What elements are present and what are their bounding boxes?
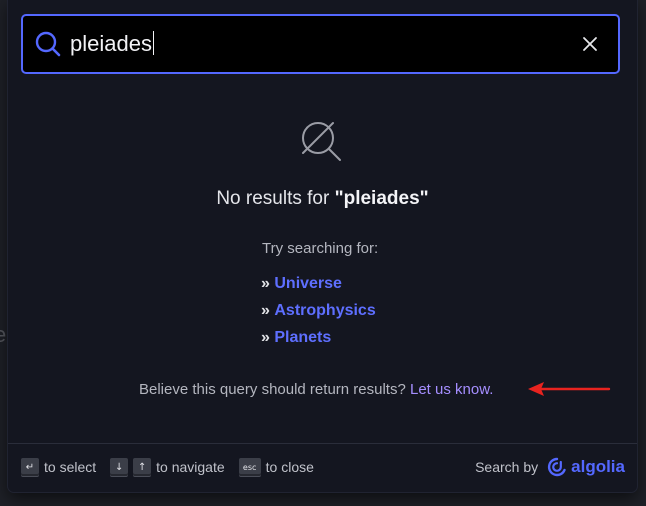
modal-footer: ↵ to select ↓ ↑ to navigate esc to close… — [8, 443, 637, 492]
escape-key-icon: esc — [238, 458, 261, 476]
algolia-logo-icon — [548, 457, 566, 477]
suggestion-item: » Universe — [261, 274, 376, 301]
close-icon — [583, 37, 597, 51]
close-command-label: to close — [265, 459, 314, 475]
suggestion-bullet: » — [261, 275, 270, 292]
select-command-label: to select — [44, 459, 97, 475]
search-modal: pleiades No results for "pleiades" Try s… — [8, 0, 637, 492]
let-us-know-link[interactable]: Let us know. — [410, 381, 493, 398]
clear-search-button[interactable] — [577, 31, 603, 57]
no-results-close-quote: " — [419, 188, 429, 209]
red-arrow-icon — [528, 382, 611, 396]
no-results-query: pleiades — [343, 188, 420, 209]
search-bar[interactable]: pleiades — [21, 14, 620, 74]
algolia-wordmark: algolia — [571, 457, 625, 476]
suggestion-link-astrophysics[interactable]: Astrophysics — [274, 302, 375, 319]
search-query-text: pleiades — [70, 31, 152, 56]
suggestion-link-universe[interactable]: Universe — [274, 275, 342, 292]
no-results-open-quote: " — [334, 188, 344, 209]
suggestion-list: » Universe » Astrophysics » Planets — [261, 274, 376, 355]
suggestion-item: » Astrophysics — [261, 301, 376, 328]
try-searching-label: Try searching for: — [262, 240, 379, 257]
suggestion-bullet: » — [261, 302, 270, 319]
feedback-text: Believe this query should return results… — [139, 381, 406, 398]
algolia-logo[interactable]: algolia — [547, 457, 625, 477]
suggestion-item: » Planets — [261, 328, 376, 355]
keyboard-commands: ↵ to select ↓ ↑ to navigate esc to close — [21, 458, 328, 476]
search-by-algolia[interactable]: Search by algolia — [475, 457, 625, 477]
background-text: e — [0, 322, 7, 347]
enter-key-icon: ↵ — [21, 458, 39, 476]
close-command: esc to close — [238, 458, 314, 476]
suggestion-bullet: » — [261, 329, 270, 346]
search-slash-icon — [302, 122, 341, 161]
search-by-label: Search by — [475, 459, 539, 475]
select-command: ↵ to select — [21, 458, 96, 476]
feedback-message: Believe this query should return results… — [139, 381, 493, 398]
text-caret — [152, 31, 154, 55]
arrow-up-key-icon: ↑ — [133, 458, 152, 476]
navigate-command-label: to navigate — [156, 459, 225, 475]
navigate-command: ↓ ↑ to navigate — [110, 458, 225, 476]
search-icon — [34, 30, 62, 58]
suggestion-link-planets[interactable]: Planets — [274, 329, 331, 346]
no-results-prefix: No results for — [216, 188, 335, 209]
search-input[interactable]: pleiades — [70, 30, 540, 58]
arrow-down-key-icon: ↓ — [110, 458, 129, 476]
no-results-title: No results for "pleiades" — [8, 188, 637, 210]
